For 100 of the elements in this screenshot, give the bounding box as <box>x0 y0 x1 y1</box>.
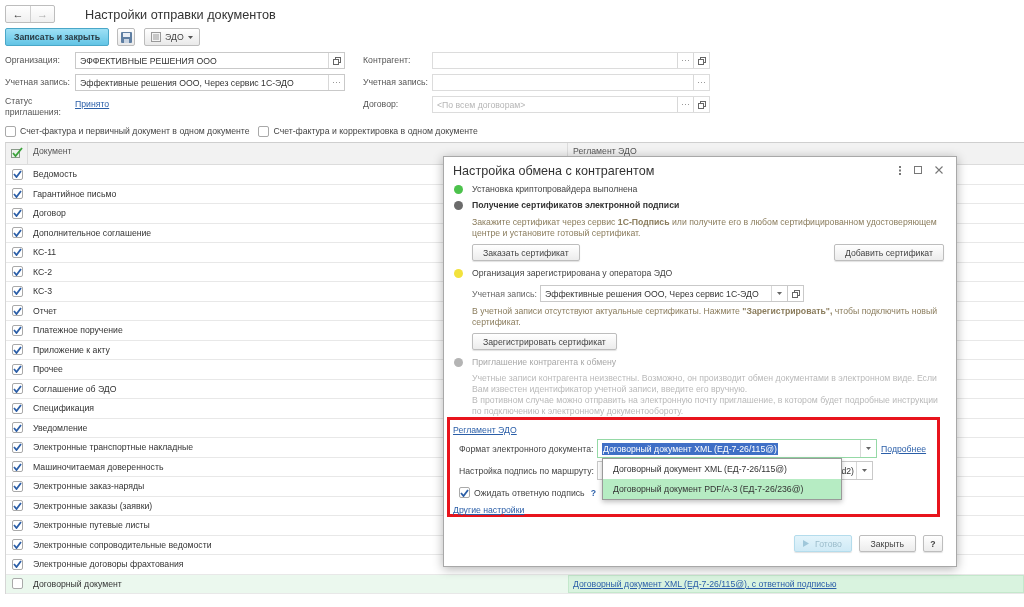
checkbox[interactable] <box>11 305 23 317</box>
checkbox[interactable] <box>11 207 23 219</box>
checkbox[interactable] <box>11 422 23 434</box>
document-name: Спецификация <box>33 403 94 414</box>
column-header[interactable]: Регламент ЭДО <box>573 146 637 156</box>
checkbox[interactable] <box>11 246 23 258</box>
certificate-button[interactable]: Зарегистрировать сертификат <box>472 333 617 350</box>
checkbox[interactable] <box>11 441 23 453</box>
dialog-title: Настройка обмена с контрагентом <box>453 163 656 178</box>
document-name: Машиночитаемая доверенность <box>33 461 164 472</box>
open-button[interactable] <box>787 286 803 301</box>
document-name: КС-3 <box>33 286 52 297</box>
status-link[interactable]: Принято <box>75 99 110 109</box>
document-name: Электронные путевые листы <box>33 520 150 531</box>
checkbox[interactable] <box>11 188 23 200</box>
caret-icon <box>862 469 867 472</box>
checkbox[interactable] <box>11 383 23 395</box>
checkbox[interactable] <box>11 519 23 531</box>
column-header[interactable]: Документ <box>33 146 72 156</box>
checkbox[interactable] <box>459 487 470 498</box>
open-window-icon <box>332 56 341 65</box>
close-button[interactable]: Закрыть <box>858 535 916 552</box>
checkbox[interactable] <box>5 125 16 137</box>
dropdown-option[interactable]: Договорный документ PDF/A-3 (ЕД-7-26/236@) <box>603 479 841 499</box>
checkbox[interactable] <box>11 480 23 492</box>
checkbox[interactable] <box>11 402 23 414</box>
open-button[interactable] <box>693 53 709 68</box>
input-field[interactable]: Эффективные решения ООО, Через сервис 1С-ЭДО <box>75 74 345 91</box>
help-button[interactable]: ? <box>923 535 943 552</box>
help-link[interactable]: ? <box>590 487 596 498</box>
checkbox-label: Ожидать ответную подпись <box>474 487 585 498</box>
details-link[interactable]: Подробнее <box>881 443 927 454</box>
caret-icon <box>866 447 871 450</box>
format-field[interactable]: Договорный документ XML (ЕД-7-26/115@) <box>597 439 877 458</box>
open-button[interactable] <box>328 53 344 68</box>
field-label: Формат электронного документа: <box>459 443 595 454</box>
document-name: Электронные транспортные накладные <box>33 442 194 453</box>
page-title: Настройки отправки документов <box>85 8 276 22</box>
field-label: Учетная запись: <box>5 77 71 88</box>
document-name: Отчет <box>33 305 57 316</box>
regulation-link[interactable]: Договорный документ XML (ЕД-7-26/115@), с ответной подписью <box>573 578 837 589</box>
document-name: Электронные сопроводительные ведомости <box>33 539 212 550</box>
input-field[interactable]: ЭФФЕКТИВНЫЕ РЕШЕНИЯ ООО <box>75 52 345 69</box>
field-label: Настройка подпись по маршруту: <box>459 465 595 476</box>
checkbox[interactable] <box>11 324 23 336</box>
certificate-button[interactable]: Добавить сертификат <box>833 244 944 261</box>
checkbox[interactable] <box>11 266 23 278</box>
checkbox[interactable] <box>11 558 23 570</box>
input-field[interactable]: Эффективные решения ООО, Через сервис 1С-ЭДО <box>540 285 804 302</box>
open-window-icon <box>791 289 800 298</box>
document-name: Дополнительное соглашение <box>33 227 152 238</box>
field-label: Статус приглашения: <box>5 96 62 118</box>
checkbox[interactable] <box>11 461 23 473</box>
document-name: Приложение к акту <box>33 344 110 355</box>
play-icon <box>803 540 810 547</box>
document-name: КС-2 <box>33 266 52 277</box>
document-name: КС-11 <box>33 247 57 258</box>
open-button[interactable] <box>693 97 709 112</box>
field-label: Договор: <box>363 99 400 110</box>
checkbox[interactable] <box>11 227 23 239</box>
maximize-icon[interactable] <box>914 166 922 174</box>
document-name: Электронные заказ-наряды <box>33 481 145 492</box>
other-settings-link[interactable]: Другие настройки <box>453 505 525 515</box>
document-name: Соглашение об ЭДО <box>33 383 117 394</box>
checkbox[interactable] <box>11 285 23 297</box>
checkbox[interactable] <box>11 539 23 551</box>
document-name: Ведомость <box>33 169 77 180</box>
caret-icon <box>777 292 782 295</box>
write-and-close-button[interactable]: Записать и закрыть <box>5 28 110 46</box>
dropdown-option[interactable]: Договорный документ XML (ЕД-7-26/115@) <box>603 459 841 479</box>
step-title: Приглашение контрагента к обмену <box>472 357 617 367</box>
close-icon[interactable] <box>935 166 943 174</box>
document-name: Уведомление <box>33 422 88 433</box>
input-field[interactable] <box>432 74 710 91</box>
step-title: Организация зарегистрирована у оператора ЭДО <box>472 268 673 278</box>
checkbox[interactable] <box>11 344 23 356</box>
checkbox-label: Счет-фактура и первичный документ в одном документе <box>20 126 250 136</box>
caret-icon <box>187 35 193 39</box>
edo-menu-button[interactable]: ЭДО <box>144 28 200 46</box>
field-label: Учетная запись: <box>472 288 538 299</box>
field-label: Учетная запись: <box>363 77 429 88</box>
field-label: Контрагент: <box>363 55 412 66</box>
save-button[interactable] <box>117 28 136 46</box>
step-title: Установка криптопровайдера выполнена <box>472 184 638 194</box>
back-button[interactable]: ← <box>6 5 30 22</box>
regulation-link[interactable]: Регламент ЭДО <box>453 424 517 437</box>
document-name: Договорный документ <box>33 578 122 589</box>
status-dot-icon <box>454 184 463 194</box>
checkbox[interactable] <box>11 500 23 512</box>
checkbox[interactable] <box>258 125 270 137</box>
checkbox[interactable] <box>11 168 23 180</box>
document-name: Договор <box>33 208 66 219</box>
checkbox[interactable] <box>11 363 23 375</box>
checkbox-label: Счет-фактура и корректировка в одном документе <box>273 126 478 136</box>
field-label: Организация: <box>5 55 61 66</box>
checkbox[interactable] <box>11 578 23 590</box>
check-all-icon[interactable] <box>10 147 23 158</box>
certificate-button[interactable]: Заказать сертификат <box>472 244 580 261</box>
input-field[interactable] <box>432 52 710 69</box>
table-row[interactable]: Договорный документ Договорный документ XML (ЕД-7-26/115@), с ответной подписью <box>6 574 1024 594</box>
